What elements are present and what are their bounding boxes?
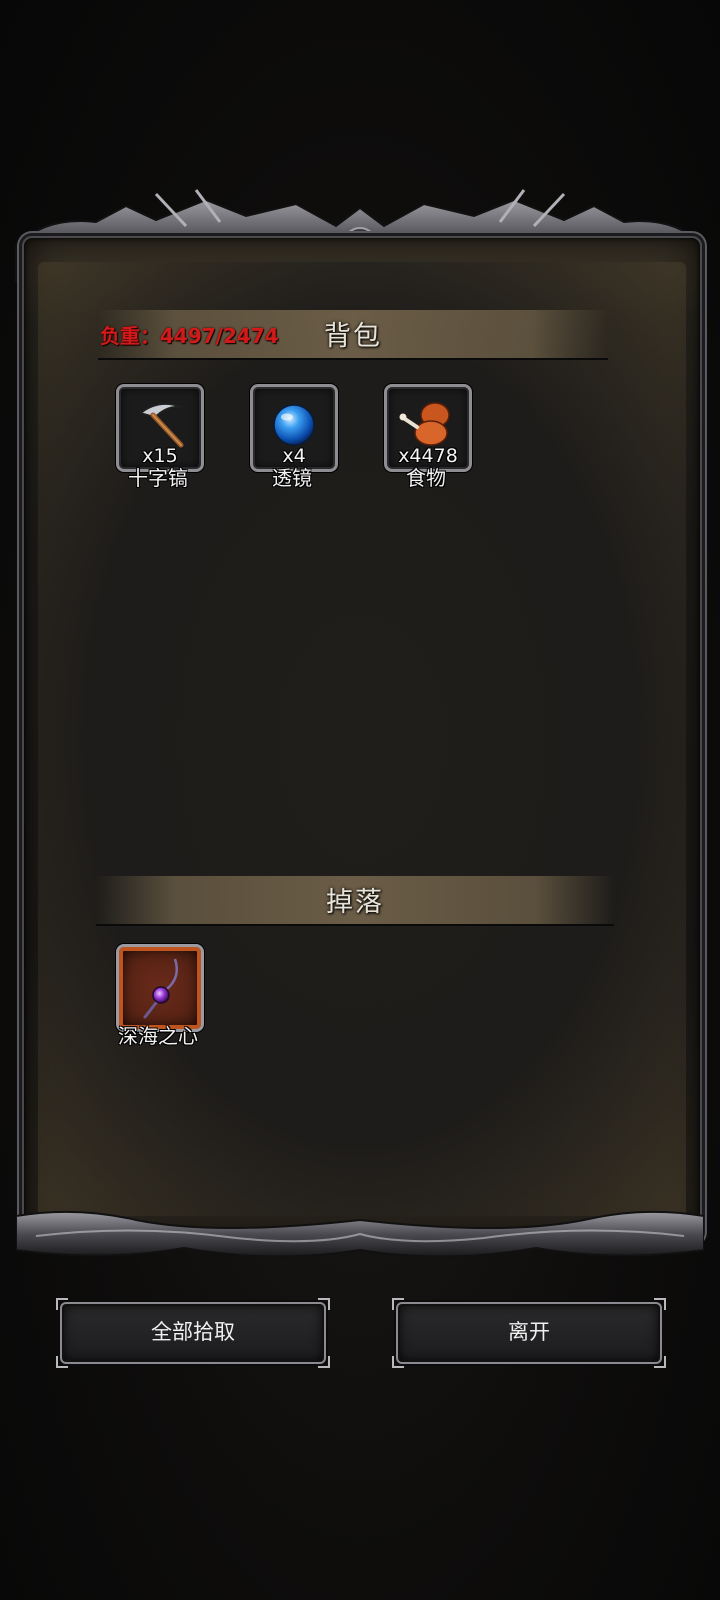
item-name: 食物 <box>406 466 446 490</box>
pickup-all-label: 全部拾取 <box>151 1320 235 1344</box>
leave-label: 离开 <box>508 1320 550 1344</box>
pickup-all-button[interactable]: 全部拾取 <box>56 1298 330 1368</box>
backpack-slot-food[interactable]: x4478 <box>384 384 472 472</box>
item-name: 十字镐 <box>128 466 188 490</box>
item-name: 深海之心 <box>118 1024 198 1048</box>
item-name: 透镜 <box>272 466 312 490</box>
panel-bottom-ornament <box>16 1210 704 1258</box>
drop-slot-amulet[interactable] <box>116 944 204 1032</box>
drops-header: 掉落 <box>96 876 614 926</box>
amulet-icon <box>143 958 178 1019</box>
drops-title: 掉落 <box>326 887 384 918</box>
backpack-slot-lens[interactable]: x4 <box>250 384 338 472</box>
backpack-slot-pickaxe[interactable]: x15 <box>116 384 204 472</box>
leave-button[interactable]: 离开 <box>392 1298 666 1368</box>
weight-label: 负重：4497/2474 <box>100 324 279 348</box>
